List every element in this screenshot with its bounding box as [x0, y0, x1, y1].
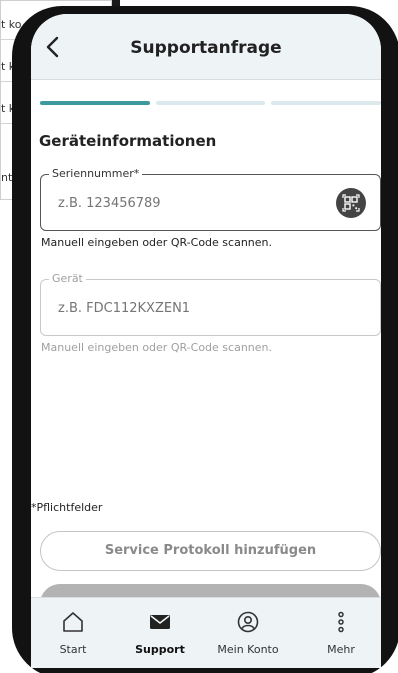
- tab-start[interactable]: Start: [33, 598, 113, 668]
- tab-label: Start: [59, 643, 87, 656]
- tab-label: Mein Konto: [217, 643, 279, 656]
- device-label: Gerät: [49, 272, 86, 285]
- serial-number-hint: Manuell eingeben oder QR-Code scannen.: [41, 236, 272, 249]
- tab-label: Support: [135, 643, 185, 656]
- mail-icon: [150, 615, 170, 629]
- progress-step: [155, 101, 266, 105]
- bottom-tab-bar: Start Support Mein Konto Mehr: [31, 597, 381, 668]
- qr-code-icon: [342, 194, 360, 212]
- section-title: Geräteinformationen: [39, 132, 217, 150]
- progress-step: [40, 101, 150, 105]
- app-header: Supportanfrage: [31, 14, 381, 80]
- page-title: Supportanfrage: [130, 38, 282, 58]
- more-vertical-icon: [338, 611, 344, 633]
- serial-number-input[interactable]: [58, 192, 318, 214]
- tab-support[interactable]: Support: [120, 598, 200, 668]
- required-fields-note: *Pflichtfelder: [31, 501, 103, 514]
- device-hint: Manuell eingeben oder QR-Code scannen.: [41, 341, 272, 354]
- serial-number-label: Seriennummer*: [49, 167, 143, 180]
- serial-number-field[interactable]: Seriennummer*: [40, 167, 381, 231]
- add-service-protocol-button[interactable]: Service Protokoll hinzufügen: [40, 531, 381, 571]
- phone-screen: Supportanfrage Geräteinformationen Serie…: [31, 14, 381, 668]
- device-field[interactable]: Gerät: [40, 272, 381, 336]
- progress-step: [271, 101, 381, 105]
- home-icon: [63, 612, 83, 632]
- tab-mehr[interactable]: Mehr: [301, 598, 381, 668]
- progress-steps: [40, 101, 381, 105]
- device-input[interactable]: [58, 297, 318, 319]
- stage: t ko t k t k nto Supportanfrage Gerätein…: [0, 0, 398, 673]
- tab-label: Mehr: [327, 643, 355, 656]
- tab-mein-konto[interactable]: Mein Konto: [208, 598, 288, 668]
- user-icon: [237, 611, 259, 633]
- qr-scan-button[interactable]: [336, 188, 366, 218]
